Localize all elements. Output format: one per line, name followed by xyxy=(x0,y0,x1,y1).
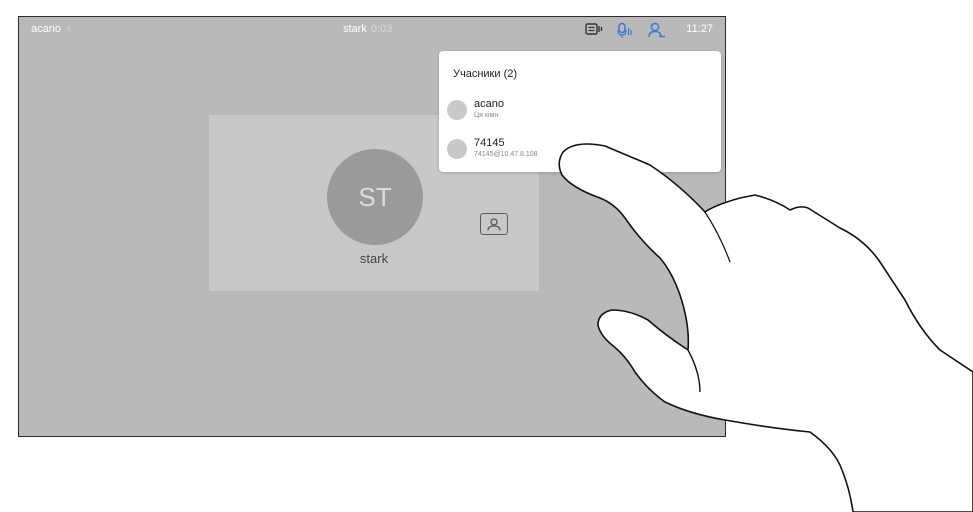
pointing-hand-illustration xyxy=(558,143,973,512)
